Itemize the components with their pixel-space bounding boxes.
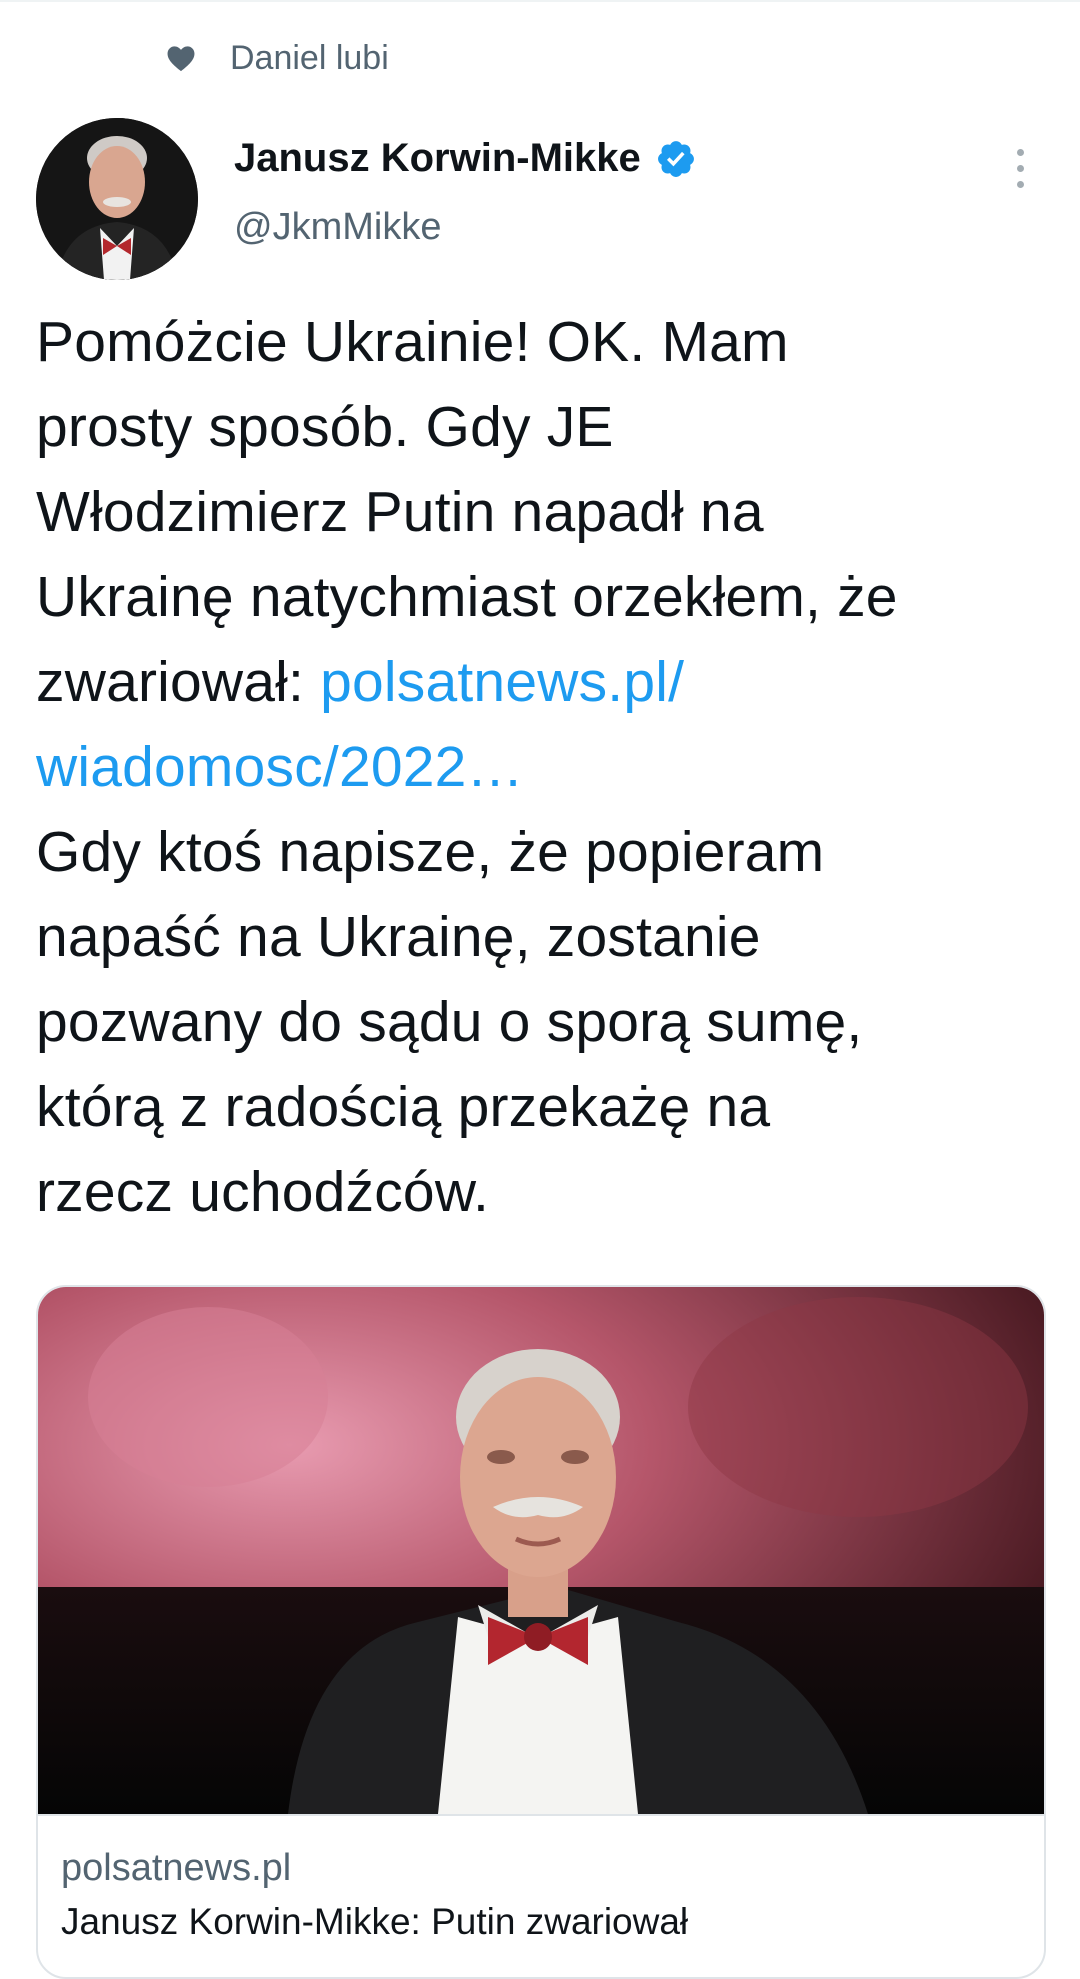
- more-options-button[interactable]: [1000, 138, 1040, 198]
- tweet-line: rzecz uchodźców.: [36, 1160, 490, 1224]
- tweet-line: którą z radością przekażę na: [36, 1075, 771, 1139]
- article-link[interactable]: polsatnews.pl/: [320, 650, 684, 714]
- card-divider: [38, 1814, 1044, 1816]
- author-handle[interactable]: @JkmMikke: [234, 206, 441, 249]
- tweet-line: Włodzimierz Putin napadł na: [36, 480, 764, 544]
- card-title[interactable]: Janusz Korwin-Mikke: Putin zwariował: [61, 1901, 688, 1943]
- more-dot: [1016, 180, 1024, 188]
- tweet-line-with-link: zwariował: polsatnews.pl/: [36, 640, 1046, 725]
- top-divider: [0, 0, 1080, 2]
- tweet-line: prosty sposób. Gdy JE: [36, 395, 614, 459]
- link-prefix: zwariował:: [36, 650, 321, 714]
- article-link-continued[interactable]: wiadomosc/2022…: [36, 735, 524, 799]
- tweet-line: Gdy ktoś napisze, że popieram: [36, 820, 825, 884]
- social-context-text[interactable]: Daniel lubi: [230, 39, 389, 78]
- verified-badge-icon: [655, 138, 697, 180]
- avatar[interactable]: [36, 118, 198, 280]
- tweet-text: Pomóżcie Ukrainie! OK. Mam prosty sposób…: [36, 300, 1046, 1235]
- tweet-line-link-continued: wiadomosc/2022…: [36, 725, 1046, 810]
- more-dot: [1016, 148, 1024, 156]
- link-preview-card[interactable]: polsatnews.pl Janusz Korwin-Mikke: Putin…: [36, 1285, 1046, 1979]
- tweet-line: pozwany do sądu o sporą sumę,: [36, 990, 863, 1054]
- tweet-line: Pomóżcie Ukrainie! OK. Mam: [36, 310, 789, 374]
- card-domain[interactable]: polsatnews.pl: [61, 1847, 291, 1890]
- social-context: Daniel lubi: [164, 36, 389, 80]
- tweet-line: Ukrainę natychmiast orzekłem, że: [36, 565, 898, 629]
- tweet-line: napaść na Ukrainę, zostanie: [36, 905, 761, 969]
- author[interactable]: Janusz Korwin-Mikke: [234, 136, 697, 181]
- card-image[interactable]: [38, 1287, 1044, 1814]
- more-dot: [1016, 164, 1024, 172]
- author-name[interactable]: Janusz Korwin-Mikke: [234, 136, 641, 181]
- heart-icon: [164, 41, 198, 75]
